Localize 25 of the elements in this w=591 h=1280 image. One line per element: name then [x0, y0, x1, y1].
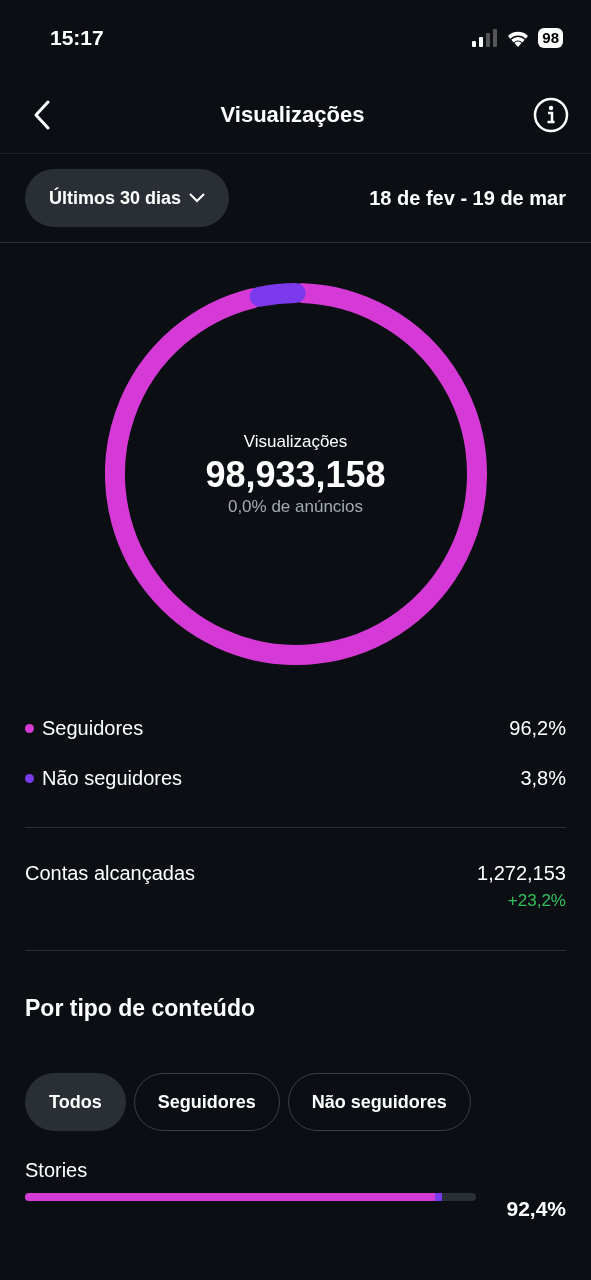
chevron-down-icon — [189, 193, 206, 203]
filter-chip[interactable]: Todos — [25, 1073, 126, 1131]
bar-segment — [434, 1193, 442, 1201]
info-icon[interactable] — [533, 96, 569, 133]
signal-icon — [472, 29, 499, 47]
reach-label: Contas alcançadas — [25, 861, 196, 886]
chart-label: Visualizações — [242, 430, 349, 453]
legend-value: 96,2% — [509, 716, 566, 741]
status-time: 15:17 — [50, 25, 104, 52]
date-range: 18 de fev - 19 de mar — [369, 186, 566, 211]
reach-value: 1,272,153 — [477, 861, 566, 886]
total-views: 98,933,158 — [205, 454, 386, 494]
wifi-icon — [506, 29, 531, 47]
page-title: Visualizações — [220, 101, 365, 129]
reach-change: +23,2% — [506, 890, 566, 912]
battery-level: 98 — [538, 28, 563, 48]
legend-value: 3,8% — [520, 766, 566, 791]
content-type-label: Stories — [25, 1158, 89, 1183]
back-icon[interactable] — [32, 99, 52, 130]
period-dropdown[interactable]: Últimos 30 dias — [25, 169, 230, 227]
ads-share: 0,0% de anúncios — [226, 495, 365, 518]
section-title: Por tipo de conteúdo — [25, 993, 256, 1023]
content-type-value: 92,4% — [506, 1198, 566, 1219]
legend-label: Não seguidores — [42, 766, 183, 791]
legend-label: Seguidores — [42, 716, 144, 741]
